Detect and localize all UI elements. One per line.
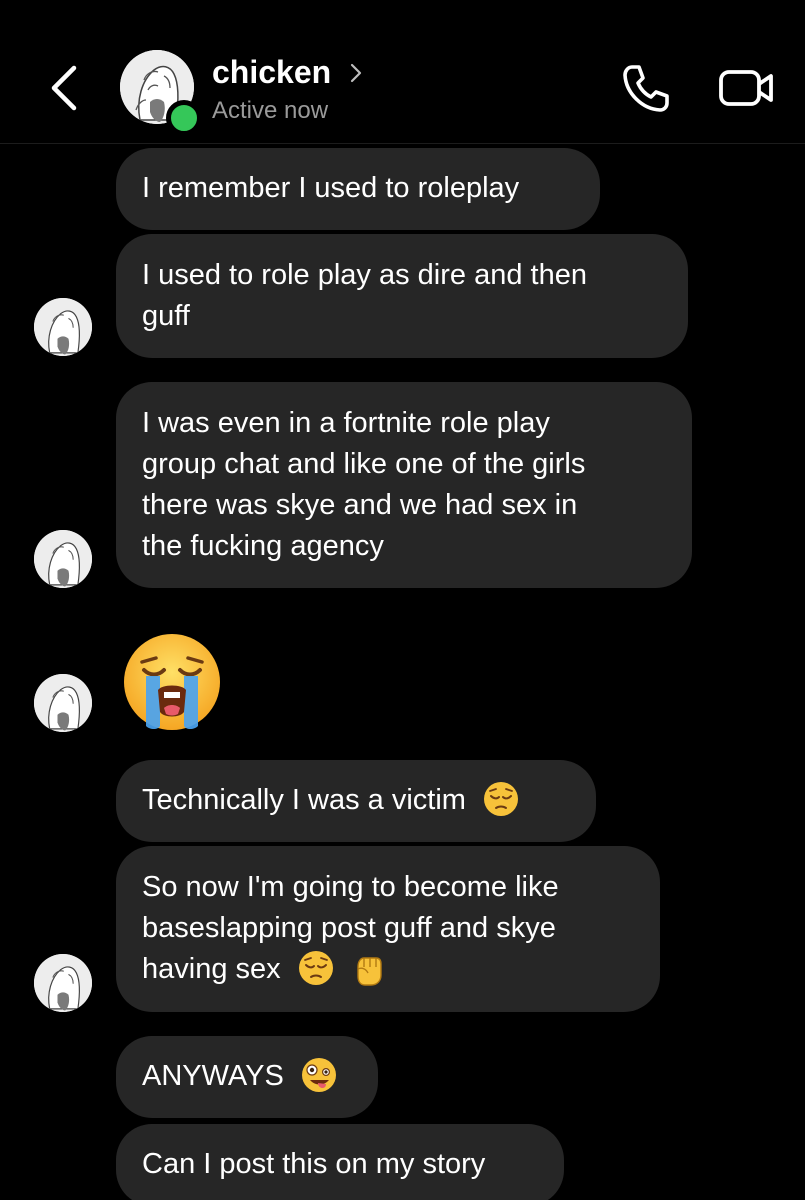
sender-avatar[interactable] xyxy=(34,954,92,1012)
message-bubble[interactable]: I used to role play as dire and then guf… xyxy=(116,234,688,358)
message-text: I was even in a fortnite role play xyxy=(142,407,550,439)
message-text: Can I post this on my story xyxy=(142,1148,486,1180)
avatar-drawing xyxy=(34,530,92,588)
sender-avatar[interactable] xyxy=(34,530,92,588)
message-text: I remember I used to roleplay xyxy=(142,172,520,204)
avatar-drawing xyxy=(34,954,92,1012)
raised-fist-icon xyxy=(357,957,382,987)
message-line-with-emoji: having sex xyxy=(142,949,634,990)
message-text: So now I'm going to become like xyxy=(142,871,559,903)
message-bubble[interactable]: I was even in a fortnite role play group… xyxy=(116,382,692,588)
pensive-face-icon xyxy=(484,782,518,817)
message-bubble[interactable]: So now I'm going to become like baseslap… xyxy=(116,846,660,1012)
sender-avatar[interactable] xyxy=(34,298,92,356)
message-list[interactable]: I remember I used to roleplay I used to … xyxy=(0,144,805,1200)
phone-icon[interactable] xyxy=(620,62,672,114)
message-bubble[interactable]: I remember I used to roleplay xyxy=(116,148,600,230)
message-text: group chat and like one of the girls xyxy=(142,448,586,480)
message-bubble[interactable]: ANYWAYS xyxy=(116,1036,378,1118)
avatar-drawing xyxy=(34,674,92,732)
chat-header: chicken Active now xyxy=(0,0,805,144)
video-camera-icon[interactable] xyxy=(718,64,776,112)
message-text: baseslapping post guff and skye xyxy=(142,912,556,944)
loudly-crying-face-icon[interactable] xyxy=(120,630,224,734)
message-bubble[interactable]: Technically I was a victim xyxy=(116,760,596,842)
message-text: there was skye and we had sex in xyxy=(142,489,578,521)
message-text: the fucking agency xyxy=(142,530,384,562)
avatar-drawing xyxy=(34,298,92,356)
sender-avatar[interactable] xyxy=(34,674,92,732)
message-text: I used to role play as dire and then xyxy=(142,259,587,291)
message-text: ANYWAYS xyxy=(142,1060,284,1092)
chevron-right-icon[interactable] xyxy=(348,62,364,84)
message-text: guff xyxy=(142,300,190,332)
chevron-left-icon[interactable] xyxy=(44,62,88,114)
online-status-dot xyxy=(166,100,202,136)
message-text: having sex xyxy=(142,953,281,985)
message-bubble[interactable]: Can I post this on my story xyxy=(116,1124,564,1200)
active-status: Active now xyxy=(212,97,329,124)
zany-face-icon xyxy=(301,1058,336,1093)
contact-name[interactable]: chicken xyxy=(212,52,331,92)
message-text: Technically I was a victim xyxy=(142,784,466,816)
pensive-face-icon xyxy=(298,951,333,986)
